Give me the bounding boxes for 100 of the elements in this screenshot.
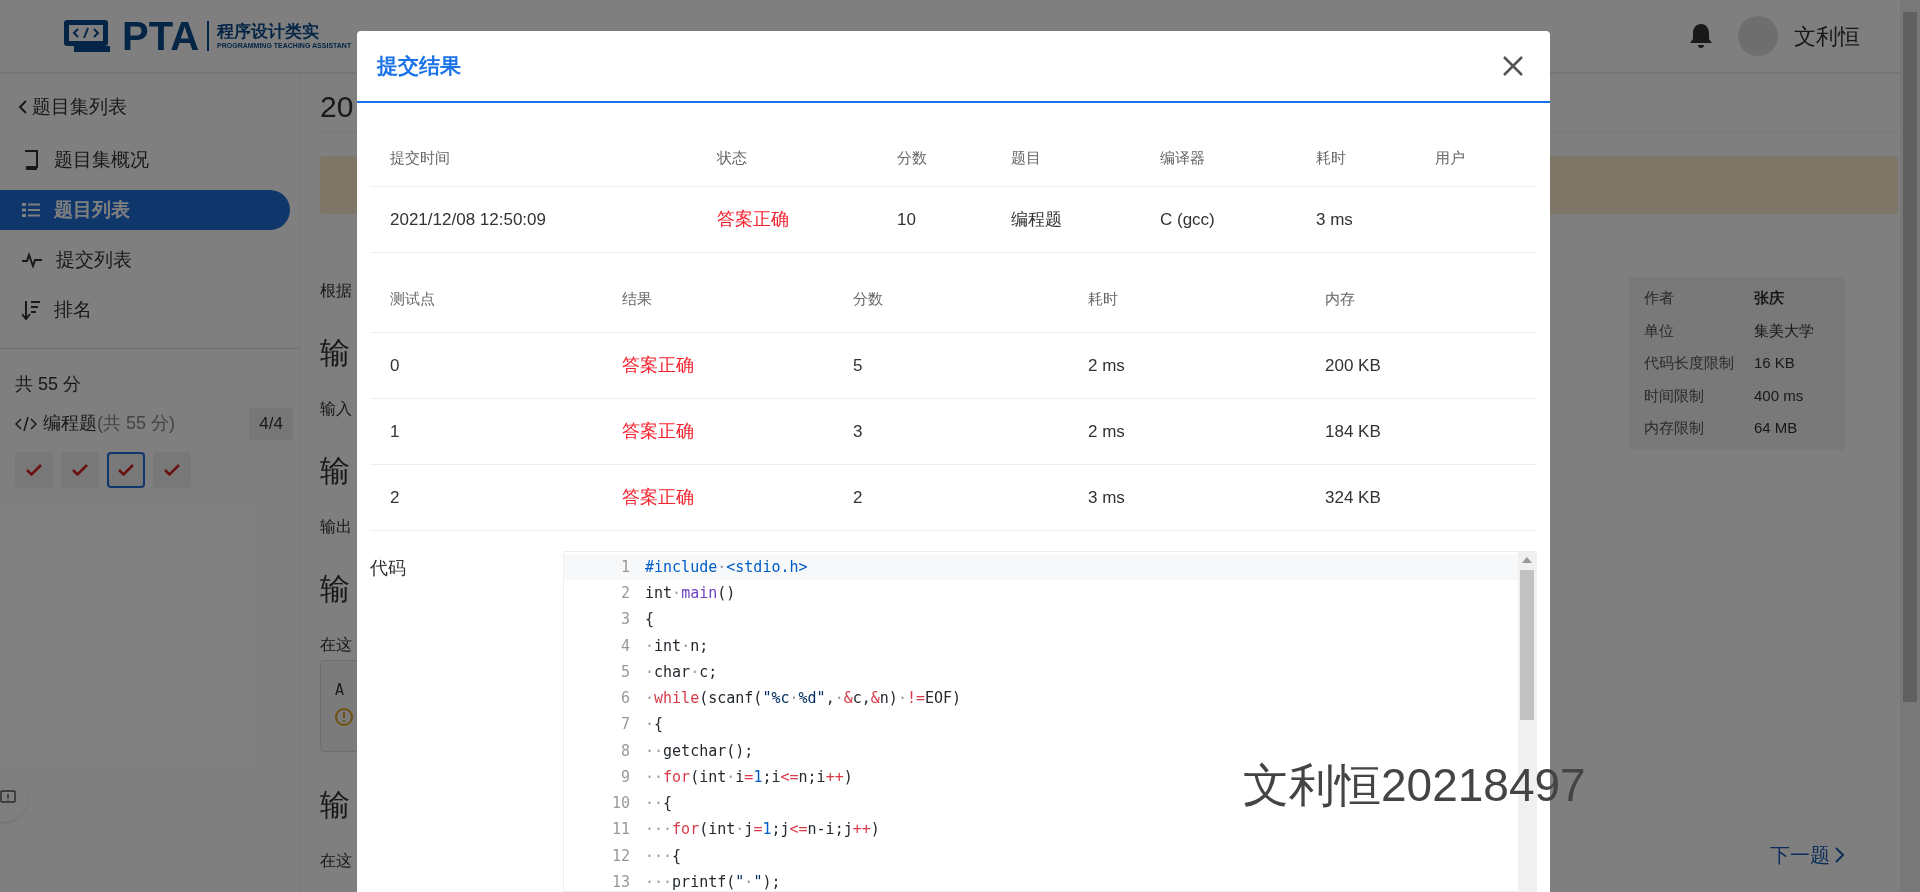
code-line: ··for(int·i=1;i<=n;i++) <box>644 766 853 788</box>
body-text: 在这 <box>320 635 352 655</box>
next-link[interactable]: 下一题 <box>1770 840 1844 870</box>
line-number: 2 <box>619 583 631 605</box>
group-label[interactable]: 编程题(共 55 分) <box>43 410 175 438</box>
line-number: 8 <box>619 740 631 762</box>
section-heading: 输 <box>320 571 350 607</box>
table-cell-text: 1 <box>390 420 401 443</box>
logo-title: 程序设计类实 <box>217 21 321 43</box>
user-name[interactable]: 文利恒 <box>1794 19 1860 53</box>
column-header: 内存 <box>1325 289 1356 310</box>
sample-text: A <box>335 680 346 701</box>
line-number: 13 <box>610 871 631 891</box>
close-icon[interactable] <box>1502 55 1524 77</box>
table-cell-text: 324 KB <box>1325 486 1382 509</box>
nav-item[interactable]: 提交列表 <box>0 240 290 280</box>
nav-item[interactable]: 排名 <box>0 290 290 330</box>
check-icon <box>26 463 42 476</box>
body-text: 输出 <box>320 517 352 537</box>
table-cell-text: 编程题 <box>1011 208 1063 231</box>
section-heading: 输 <box>320 787 350 823</box>
code-line: ···{ <box>644 845 682 867</box>
table-cell-text: 3 ms <box>1088 486 1126 509</box>
body-text: 根据 <box>320 281 352 301</box>
bell-icon[interactable] <box>1688 22 1714 50</box>
logo-text: PTA <box>122 16 200 56</box>
info-value: 集美大学 <box>1754 320 1814 341</box>
status-text: 答案正确 <box>622 486 695 509</box>
total-score: 共 55 分 <box>15 373 83 396</box>
nav-item[interactable]: 题目列表 <box>0 190 290 230</box>
line-number: 9 <box>619 766 631 788</box>
check-icon <box>72 463 88 476</box>
line-number: 5 <box>619 661 631 683</box>
code-line: ··getchar(); <box>644 740 754 762</box>
status-text: 答案正确 <box>622 354 695 377</box>
table-cell-text: 3 ms <box>1316 208 1354 231</box>
table-cell-text: 3 <box>853 420 864 443</box>
table-cell-text: 5 <box>853 354 864 377</box>
line-number: 3 <box>619 609 631 631</box>
info-label: 内存限制 <box>1644 418 1705 438</box>
status-text: 答案正确 <box>622 420 695 443</box>
code-icon <box>15 415 37 432</box>
code-line: { <box>644 609 655 631</box>
column-header: 状态 <box>717 148 748 169</box>
feedback-icon <box>0 789 16 805</box>
column-header: 提交时间 <box>390 148 451 169</box>
problem-button[interactable] <box>61 451 99 488</box>
problem-button[interactable] <box>153 451 191 488</box>
chevron-right-icon <box>1834 847 1844 863</box>
column-header: 用户 <box>1435 148 1466 169</box>
problem-button[interactable] <box>107 451 145 488</box>
body-text: 在这 <box>320 851 352 871</box>
check-icon <box>164 463 180 476</box>
code-line: ·int·n; <box>644 635 709 657</box>
scrollbar-thumb[interactable] <box>1520 570 1534 720</box>
page-scrollbar[interactable] <box>1900 0 1920 892</box>
section-heading: 输 <box>320 453 350 489</box>
line-number: 11 <box>610 819 631 841</box>
info-value: 400 ms <box>1754 385 1804 406</box>
problem-button[interactable] <box>15 451 53 488</box>
warning-icon <box>335 707 353 726</box>
status-text: 答案正确 <box>717 208 790 231</box>
code-line: ··{ <box>644 793 673 815</box>
info-value: 16 KB <box>1754 353 1795 373</box>
dialog-title: 提交结果 <box>377 53 461 80</box>
column-header: 题目 <box>1011 148 1042 169</box>
column-header: 分数 <box>853 289 884 310</box>
table-cell-text: 2 <box>390 486 401 509</box>
table-cell-text: 2 ms <box>1088 354 1126 377</box>
column-header: 编译器 <box>1160 148 1206 169</box>
line-number: 4 <box>619 635 631 657</box>
code-line: ···for(int·j=1;j<=n-i;j++) <box>644 819 880 841</box>
back-link[interactable]: 题目集列表 <box>0 90 299 124</box>
line-number: 6 <box>619 688 631 710</box>
check-icon <box>118 463 134 476</box>
code-line: int·main() <box>644 583 736 605</box>
pulse-icon <box>22 252 42 268</box>
count-badge: 4/4 <box>249 408 293 440</box>
line-number: 1 <box>619 556 631 578</box>
line-number: 12 <box>610 845 631 867</box>
sort-icon <box>22 300 40 320</box>
line-number: 10 <box>610 793 631 815</box>
line-number: 7 <box>619 714 631 736</box>
table-cell-text: 0 <box>390 354 401 377</box>
table-cell-text: 2021/12/08 12:50:09 <box>390 208 547 231</box>
list-icon <box>22 202 40 218</box>
info-label: 单位 <box>1644 320 1675 341</box>
table-cell-text: 10 <box>897 208 917 231</box>
table-cell-text: 184 KB <box>1325 420 1382 443</box>
body-text: 输入 <box>320 399 352 419</box>
table-cell-text: C (gcc) <box>1160 208 1216 231</box>
column-header: 耗时 <box>1316 148 1347 169</box>
scroll-up-icon[interactable] <box>1522 556 1532 564</box>
table-cell-text: 200 KB <box>1325 354 1382 377</box>
column-header: 分数 <box>897 148 928 169</box>
info-value: 64 MB <box>1754 418 1798 438</box>
code-line: ·char·c; <box>644 661 718 683</box>
scrollbar-thumb[interactable] <box>1903 12 1917 702</box>
column-header: 结果 <box>622 289 653 310</box>
nav-item[interactable]: 题目集概况 <box>0 140 290 180</box>
